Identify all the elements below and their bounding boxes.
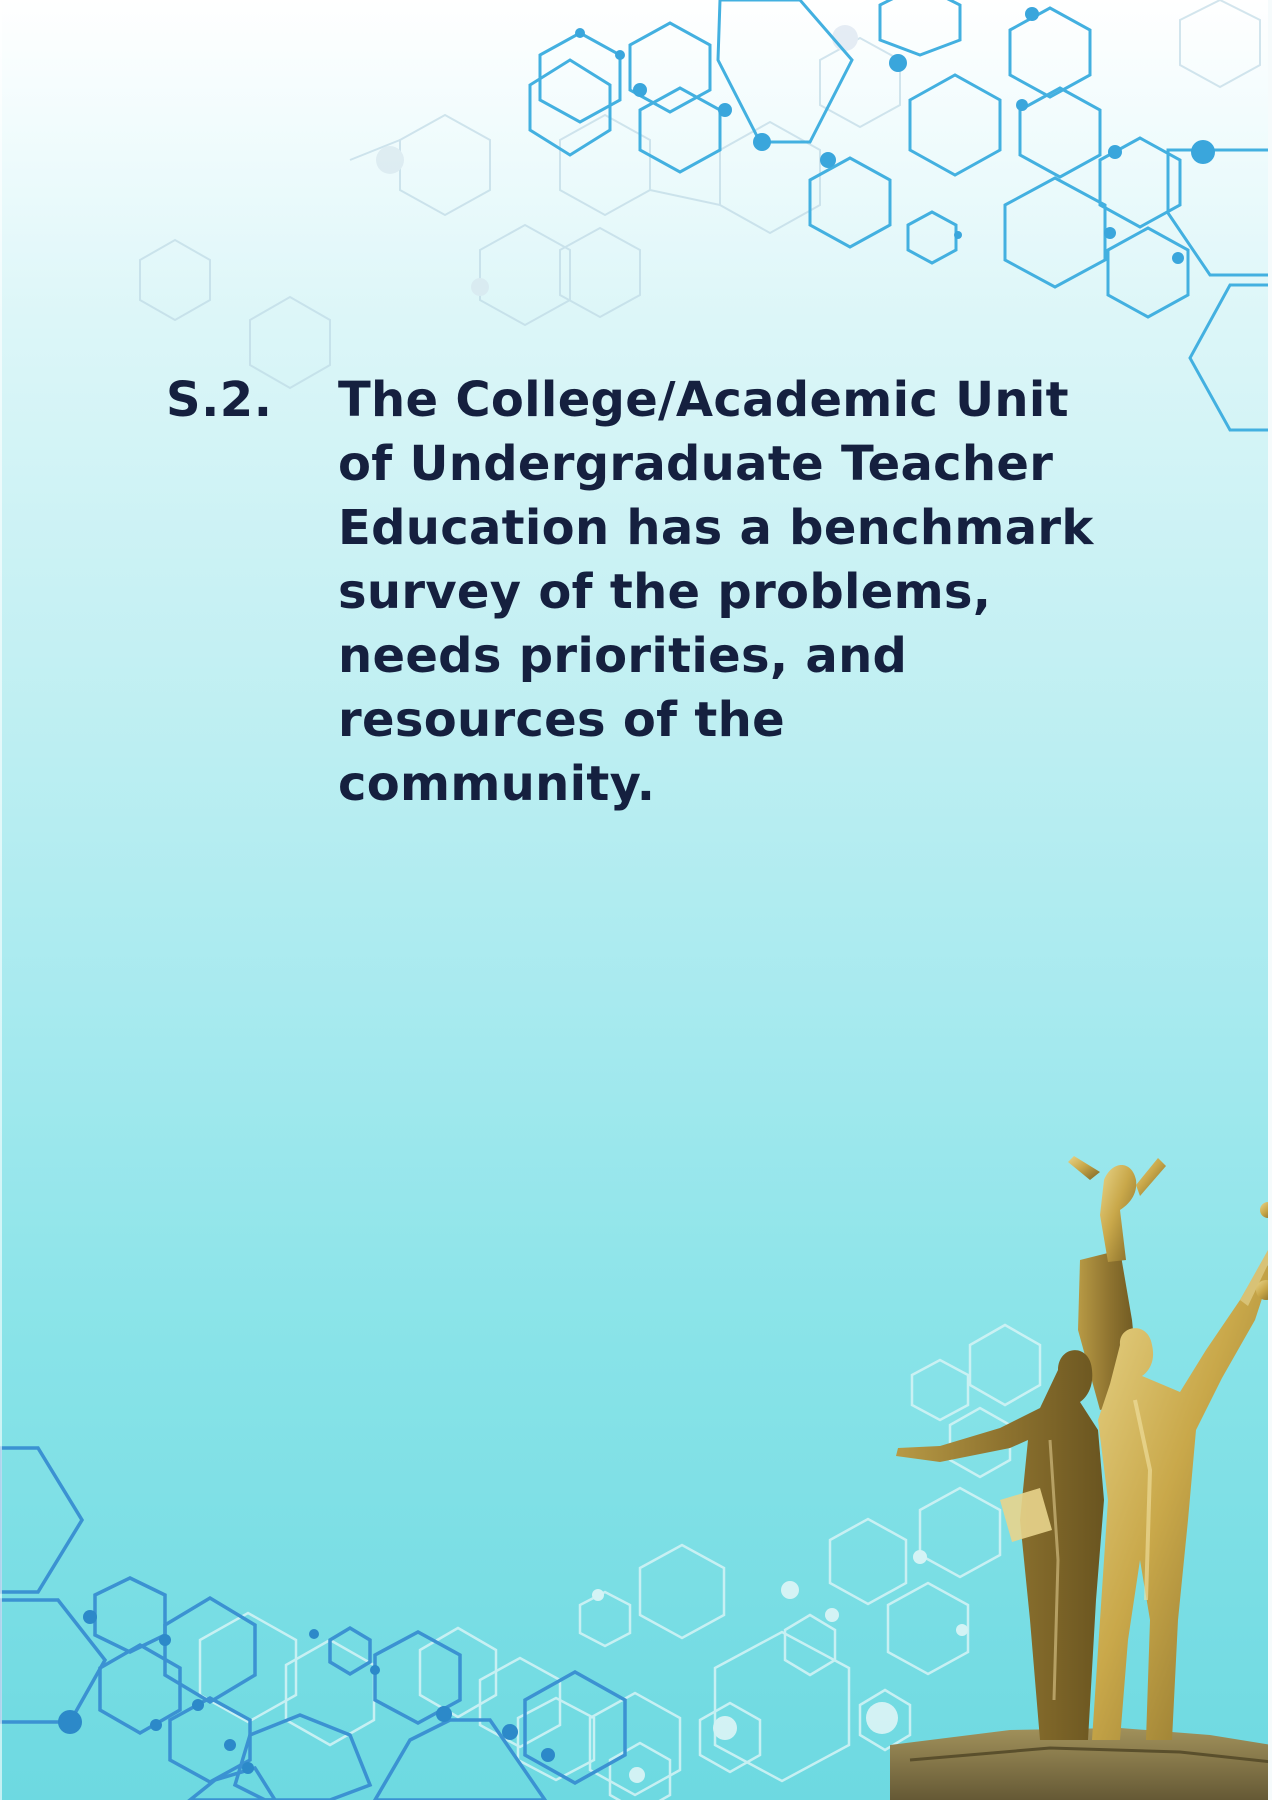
standard-statement: S.2. The College/Academic Unit of Underg… bbox=[0, 0, 1272, 1800]
statement-text: The College/Academic Unit of Undergradua… bbox=[338, 372, 1094, 812]
document-page: S.2. The College/Academic Unit of Underg… bbox=[0, 0, 1272, 1800]
statement-code: S.2. bbox=[166, 372, 273, 428]
